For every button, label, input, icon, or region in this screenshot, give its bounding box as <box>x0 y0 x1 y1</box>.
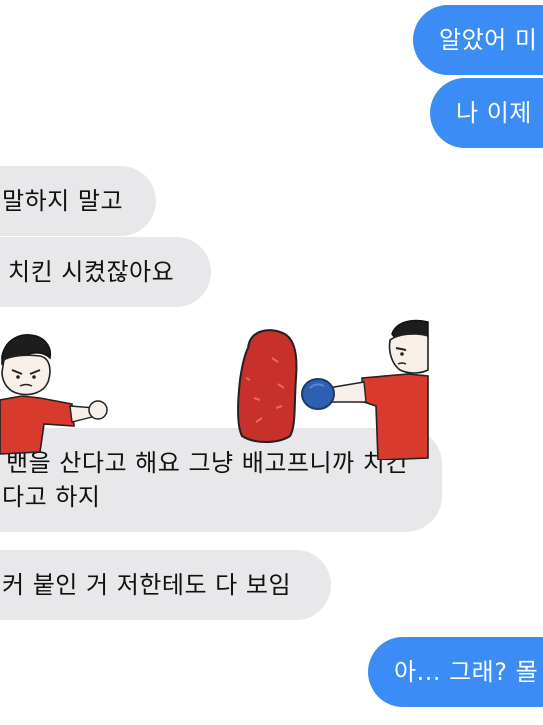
sent-message-bubble[interactable]: 나 이제 <box>430 78 543 148</box>
boxing-bag-boy-icon <box>237 319 429 460</box>
message-text: 나 이제 <box>456 99 532 127</box>
message-text: 커 붙인 거 저한테도 다 보임 <box>2 571 292 599</box>
message-text: 치킨 시켰잖아요 <box>8 258 175 286</box>
received-message-bubble[interactable]: 말하지 말고 <box>0 166 156 236</box>
message-text: 말하지 말고 <box>2 187 124 215</box>
received-message-bubble[interactable]: 치킨 시켰잖아요 <box>0 237 211 307</box>
punching-boy-icon <box>0 334 108 455</box>
received-message-bubble[interactable]: 커 붙인 거 저한테도 다 보임 <box>0 550 331 620</box>
message-text: 알았어 미 <box>439 26 538 54</box>
message-text-line: 다고 하지 <box>2 483 101 511</box>
message-text: 아... 그래? 몰 <box>394 658 539 686</box>
sent-message-bubble[interactable]: 아... 그래? 몰 <box>368 637 543 707</box>
sent-message-bubble[interactable]: 알았어 미 <box>413 5 543 75</box>
